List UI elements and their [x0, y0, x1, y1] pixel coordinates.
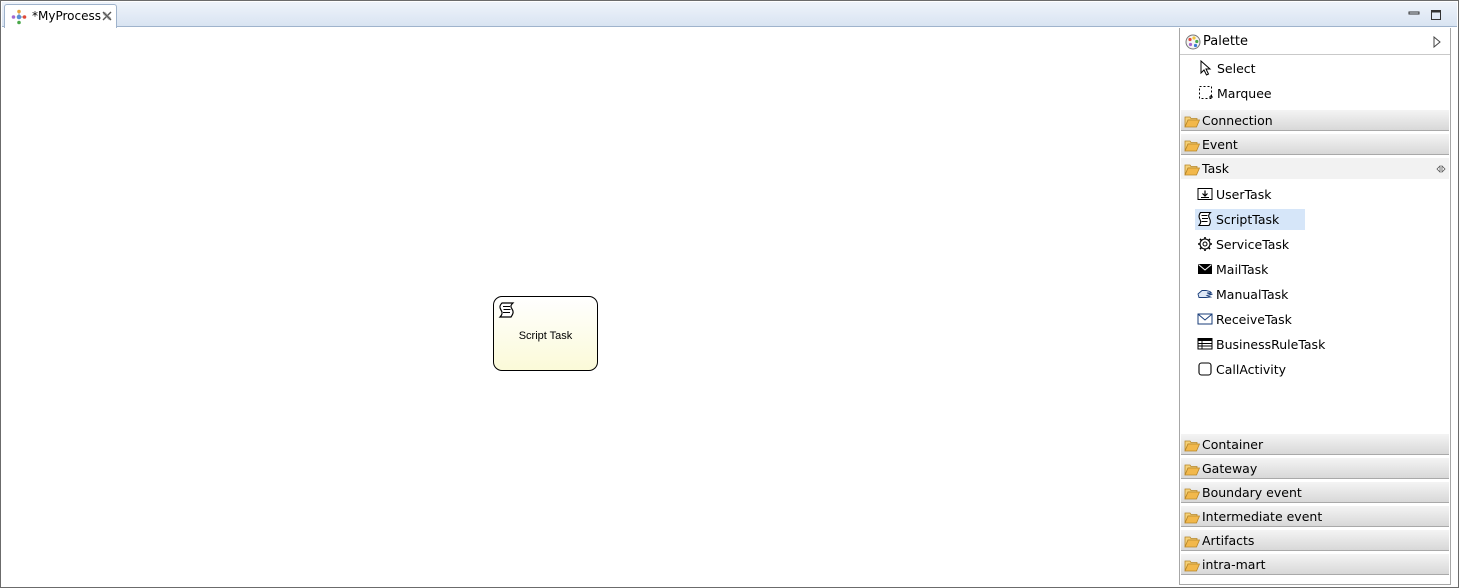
drawer-event-label: Event: [1202, 137, 1238, 152]
folder-open-icon: [1184, 164, 1200, 176]
palette-panel: Palette Select Marquee Connection Event …: [1179, 28, 1451, 585]
maximize-icon[interactable]: [1429, 7, 1443, 21]
scripttask-label: ScriptTask: [1216, 212, 1280, 227]
gear-icon: [1198, 237, 1212, 251]
drawer-intra-mart[interactable]: intra-mart: [1181, 553, 1449, 575]
mailtask-label: MailTask: [1216, 262, 1269, 277]
palette-item-usertask[interactable]: UserTask: [1195, 184, 1305, 205]
table-icon: [1197, 338, 1213, 350]
palette-header[interactable]: Palette: [1180, 28, 1450, 55]
folder-open-icon: [1184, 116, 1200, 128]
folder-open-icon: [1184, 440, 1200, 452]
editor-tab-strip: *MyProcess: [2, 2, 1457, 28]
editor-window: *MyProcess Script Task Palette Select Ma…: [0, 0, 1459, 588]
script-icon: [1197, 211, 1212, 227]
palette-icon: [1185, 34, 1201, 50]
marquee-icon: [1199, 86, 1213, 99]
manualtask-label: ManualTask: [1216, 287, 1289, 302]
folder-open-icon: [1184, 536, 1200, 548]
envelope-icon: [1197, 313, 1213, 325]
palette-item-scripttask[interactable]: ScriptTask: [1195, 209, 1305, 230]
folder-open-icon: [1184, 560, 1200, 572]
palette-item-servicetask[interactable]: ServiceTask: [1195, 234, 1305, 255]
folder-open-icon: [1184, 464, 1200, 476]
drawer-intermediate-event-label: Intermediate event: [1202, 509, 1323, 524]
script-icon: [498, 302, 515, 318]
tool-select-label: Select: [1217, 61, 1256, 76]
tool-marquee-label: Marquee: [1217, 86, 1272, 101]
hand-icon: [1197, 290, 1213, 298]
tab-title: *MyProcess: [32, 9, 101, 23]
servicetask-label: ServiceTask: [1216, 237, 1290, 252]
drawer-gateway[interactable]: Gateway: [1181, 457, 1449, 479]
arrow-pointer-icon: [1200, 60, 1212, 76]
drawer-connection[interactable]: Connection: [1181, 109, 1449, 131]
palette-item-callactivity[interactable]: CallActivity: [1195, 359, 1305, 380]
drawer-boundary-event[interactable]: Boundary event: [1181, 481, 1449, 503]
folder-open-icon: [1184, 140, 1200, 152]
drawer-task-label: Task: [1202, 161, 1229, 176]
task-label: Script Task: [518, 330, 573, 342]
palette-item-businessruletask[interactable]: BusinessRuleTask: [1195, 334, 1325, 355]
chevron-right-icon[interactable]: [1432, 36, 1442, 48]
minimize-icon[interactable]: [1407, 7, 1421, 21]
callactivity-label: CallActivity: [1216, 362, 1287, 377]
drawer-task[interactable]: Task: [1181, 157, 1449, 179]
drawer-container-label: Container: [1202, 437, 1264, 452]
drawer-artifacts[interactable]: Artifacts: [1181, 529, 1449, 551]
drawer-boundary-event-label: Boundary event: [1202, 485, 1302, 500]
palette-item-receivetask[interactable]: ReceiveTask: [1195, 309, 1305, 330]
palette-title: Palette: [1203, 34, 1249, 49]
user-task-icon: [1197, 188, 1213, 200]
drawer-intra-mart-label: intra-mart: [1202, 557, 1266, 572]
drawer-gateway-label: Gateway: [1202, 461, 1258, 476]
folder-open-icon: [1184, 488, 1200, 500]
call-activity-icon: [1198, 362, 1212, 376]
drawer-connection-label: Connection: [1202, 113, 1273, 128]
script-task-node[interactable]: Script Task: [493, 296, 598, 371]
palette-item-manualtask[interactable]: ManualTask: [1195, 284, 1305, 305]
drawer-event[interactable]: Event: [1181, 133, 1449, 155]
usertask-label: UserTask: [1216, 187, 1272, 202]
businessruletask-label: BusinessRuleTask: [1216, 337, 1326, 352]
drawer-container[interactable]: Container: [1181, 433, 1449, 455]
drawer-artifacts-label: Artifacts: [1202, 533, 1255, 548]
diagram-canvas[interactable]: Script Task: [2, 28, 1178, 585]
palette-item-mailtask[interactable]: MailTask: [1195, 259, 1305, 280]
close-icon[interactable]: [101, 10, 113, 22]
folder-open-icon: [1184, 512, 1200, 524]
tab-myprocess[interactable]: *MyProcess: [4, 4, 117, 28]
process-icon: [11, 9, 27, 25]
receivetask-label: ReceiveTask: [1216, 312, 1292, 327]
pin-icon[interactable]: [1436, 164, 1446, 174]
drawer-intermediate-event[interactable]: Intermediate event: [1181, 505, 1449, 527]
mail-icon: [1198, 264, 1212, 274]
